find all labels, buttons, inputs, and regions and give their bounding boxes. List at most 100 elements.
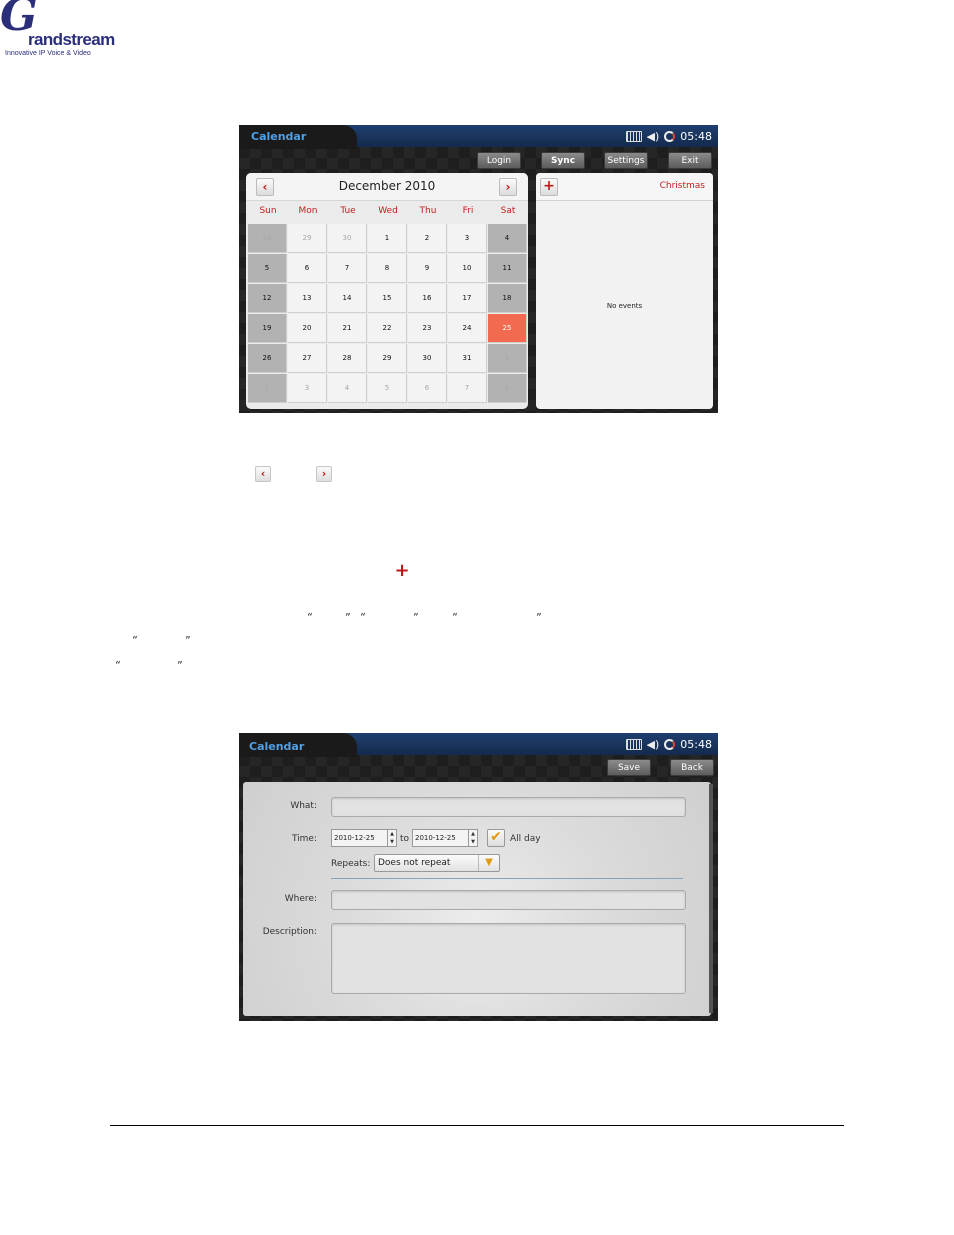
- calendar-day[interactable]: 24: [448, 314, 487, 343]
- sync-button[interactable]: Sync: [541, 152, 585, 169]
- calendar-day-other-month[interactable]: 3: [288, 374, 327, 403]
- chevron-right-icon: ›: [316, 466, 332, 482]
- calendar-day[interactable]: 18: [488, 284, 527, 313]
- calendar-month-screenshot: Calendar ◀) 05:48 Login Sync Settings Ex…: [239, 125, 718, 413]
- start-date-field[interactable]: 2010-12-25: [331, 829, 388, 847]
- clock: 05:48: [680, 129, 712, 143]
- calendar-day[interactable]: 12: [248, 284, 287, 313]
- calendar-day[interactable]: 9: [408, 254, 447, 283]
- holiday-label: Christmas: [659, 181, 705, 191]
- no-events-text: No events: [606, 302, 643, 310]
- calendar-day[interactable]: 2: [408, 224, 447, 253]
- description-textarea[interactable]: [331, 923, 686, 994]
- quote-open: “: [360, 611, 366, 624]
- calendar-day[interactable]: 20: [288, 314, 327, 343]
- calendar-day-selected[interactable]: 25: [488, 314, 527, 343]
- time-label: Time:: [291, 834, 317, 844]
- calendar-day-other-month[interactable]: 7: [448, 374, 487, 403]
- logo-word: randstream: [28, 30, 115, 49]
- calendar-day[interactable]: 26: [248, 344, 287, 373]
- calendar-day-other-month[interactable]: 30: [328, 224, 367, 253]
- settings-button[interactable]: Settings: [604, 152, 648, 169]
- what-input[interactable]: [331, 797, 686, 817]
- form-scrollbar[interactable]: [709, 784, 713, 1013]
- calendar-day[interactable]: 31: [448, 344, 487, 373]
- month-calendar: ‹ December 2010 › Sun Mon Tue Wed Thu Fri Sat …: [246, 173, 528, 409]
- app-title-tab: Calendar: [239, 733, 357, 757]
- all-day-checkbox[interactable]: ✔: [487, 829, 505, 847]
- weekday-label: Wed: [378, 206, 398, 216]
- repeats-select[interactable]: Does not repeat ▼: [374, 854, 500, 872]
- calendar-day[interactable]: 14: [328, 284, 367, 313]
- calendar-day-other-month[interactable]: 28: [248, 224, 287, 253]
- calendar-day[interactable]: 5: [248, 254, 287, 283]
- calendar-day-other-month[interactable]: 5: [368, 374, 407, 403]
- sync-status-icon: [664, 738, 676, 750]
- calendar-day[interactable]: 15: [368, 284, 407, 313]
- quote-open: “: [452, 611, 458, 624]
- keyboard-icon: [625, 130, 642, 142]
- calendar-day[interactable]: 21: [328, 314, 367, 343]
- grandstream-logo: G randstream Innovative IP Voice & Video: [0, 0, 115, 62]
- calendar-day[interactable]: 27: [288, 344, 327, 373]
- quote-open: “: [132, 634, 138, 647]
- login-button[interactable]: Login: [477, 152, 521, 169]
- calendar-day[interactable]: 11: [488, 254, 527, 283]
- calendar-day[interactable]: 1: [368, 224, 407, 253]
- calendar-day-other-month[interactable]: 1: [488, 344, 527, 373]
- calendar-day[interactable]: 17: [448, 284, 487, 313]
- repeats-value: Does not repeat: [378, 858, 451, 868]
- app-title-tab: Calendar: [239, 125, 357, 149]
- start-date-stepper[interactable]: ▲ ▼: [388, 829, 397, 847]
- calendar-day[interactable]: 4: [488, 224, 527, 253]
- weekday-label: Sun: [259, 206, 277, 216]
- quote-close: ”: [177, 659, 183, 672]
- app-title: Calendar: [249, 740, 305, 753]
- calendar-day-other-month[interactable]: 29: [288, 224, 327, 253]
- where-label: Where:: [284, 894, 317, 904]
- section-divider: [331, 878, 683, 879]
- exit-button[interactable]: Exit: [668, 152, 712, 169]
- save-button[interactable]: Save: [607, 759, 651, 776]
- where-input[interactable]: [331, 890, 686, 910]
- all-day-label: All day: [510, 834, 541, 844]
- back-button[interactable]: Back: [670, 759, 714, 776]
- status-icons: ◀) 05:48: [625, 736, 712, 752]
- calendar-day-other-month[interactable]: 6: [408, 374, 447, 403]
- calendar-day[interactable]: 3: [448, 224, 487, 253]
- calendar-day[interactable]: 10: [448, 254, 487, 283]
- calendar-day[interactable]: 16: [408, 284, 447, 313]
- calendar-day[interactable]: 29: [368, 344, 407, 373]
- quote-open: “: [115, 659, 121, 672]
- calendar-day[interactable]: 13: [288, 284, 327, 313]
- what-label: What:: [290, 801, 317, 811]
- quote-close: ”: [536, 611, 542, 624]
- app-title: Calendar: [251, 130, 307, 143]
- description-label: Description:: [262, 927, 317, 937]
- add-event-button[interactable]: +: [540, 178, 558, 196]
- calendar-day[interactable]: 6: [288, 254, 327, 283]
- quote-open: “: [307, 611, 313, 624]
- to-label: to: [400, 834, 410, 844]
- calendar-day[interactable]: 28: [328, 344, 367, 373]
- calendar-day[interactable]: 7: [328, 254, 367, 283]
- calendar-day-other-month[interactable]: 4: [328, 374, 367, 403]
- events-panel: + Christmas No events: [536, 173, 713, 409]
- calendar-day[interactable]: 22: [368, 314, 407, 343]
- end-date-field[interactable]: 2010-12-25: [412, 829, 469, 847]
- quote-close: ”: [185, 634, 191, 647]
- event-form: What: Time: 2010-12-25 ▲ ▼ to 2010-12-25 …: [243, 782, 713, 1016]
- quote-close: ”: [345, 611, 351, 624]
- calendar-day-other-month[interactable]: 8: [488, 374, 527, 403]
- calendar-day[interactable]: 19: [248, 314, 287, 343]
- next-month-button[interactable]: ›: [499, 178, 517, 196]
- calendar-day[interactable]: 8: [368, 254, 407, 283]
- calendar-day[interactable]: 23: [408, 314, 447, 343]
- calendar-day-other-month[interactable]: 2: [248, 374, 287, 403]
- month-title: December 2010: [338, 179, 436, 193]
- calendar-day[interactable]: 30: [408, 344, 447, 373]
- calendar-edit-screenshot: Calendar ◀) 05:48 Save Back What: Time: …: [239, 733, 718, 1021]
- end-date-stepper[interactable]: ▲ ▼: [469, 829, 478, 847]
- weekday-label: Tue: [340, 206, 356, 216]
- clock: 05:48: [680, 737, 712, 751]
